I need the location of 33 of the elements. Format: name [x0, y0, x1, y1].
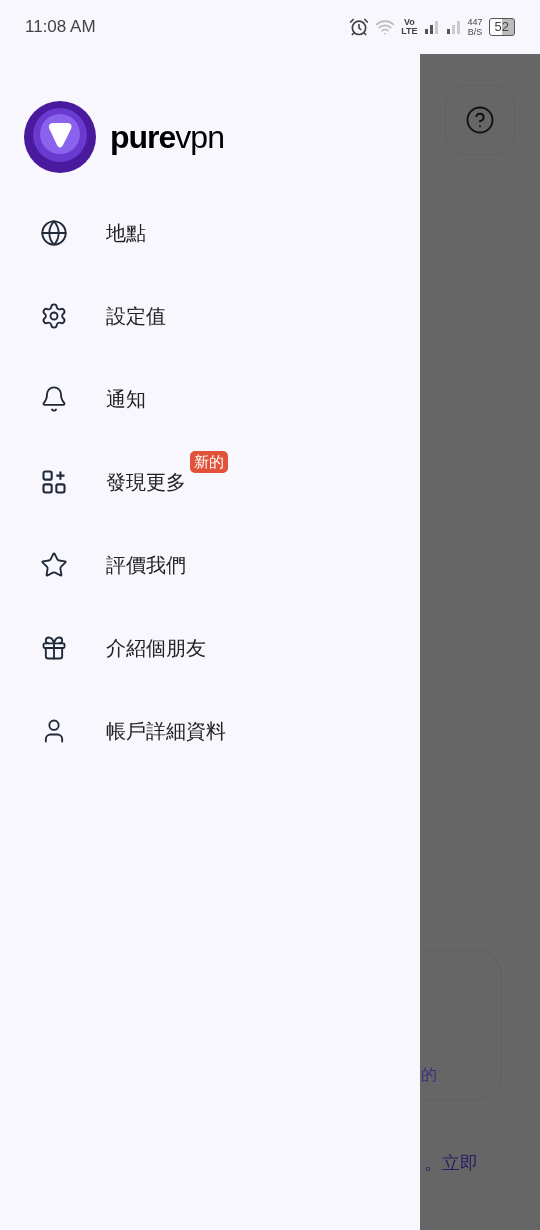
bell-icon	[40, 384, 68, 413]
settings-icon	[40, 301, 68, 330]
new-badge: 新的	[190, 450, 228, 473]
signal-icon	[445, 19, 462, 35]
item-label: 帳戶詳細資料	[106, 719, 226, 742]
drawer-item[interactable]: 設定值	[0, 274, 420, 357]
signal-icon	[423, 19, 440, 35]
help-icon	[465, 105, 495, 135]
help-button[interactable]	[445, 85, 515, 155]
wifi-icon	[375, 17, 396, 37]
alarm-icon	[349, 17, 370, 37]
drawer-item[interactable]: 地點	[0, 191, 420, 274]
item-label: 地點	[106, 221, 146, 244]
drawer-item[interactable]: 帳戶詳細資料	[0, 689, 420, 772]
item-label: 發現更多	[106, 470, 186, 493]
drawer-item[interactable]: 評價我們	[0, 523, 420, 606]
logo-icon	[24, 101, 96, 173]
item-label: 評價我們	[106, 553, 186, 576]
network-speed: 447 B/S	[467, 17, 483, 37]
drawer-item[interactable]: 發現更多 新的	[0, 440, 420, 523]
network-type: Vo LTE	[401, 18, 418, 36]
grid-plus-icon	[40, 467, 68, 496]
item-label: 通知	[106, 387, 146, 410]
footer-text: 。立即	[424, 1152, 479, 1175]
item-label: 介紹個朋友	[106, 636, 206, 659]
item-label: 設定值	[106, 304, 166, 327]
status-time: 11:08 AM	[25, 16, 96, 39]
drawer-item[interactable]: 介紹個朋友	[0, 606, 420, 689]
brand-name: purevpn	[110, 118, 224, 157]
battery-indicator: 52	[488, 18, 515, 36]
star-icon	[40, 550, 68, 579]
drawer-item[interactable]: 通知	[0, 357, 420, 440]
globe-icon	[40, 218, 68, 247]
